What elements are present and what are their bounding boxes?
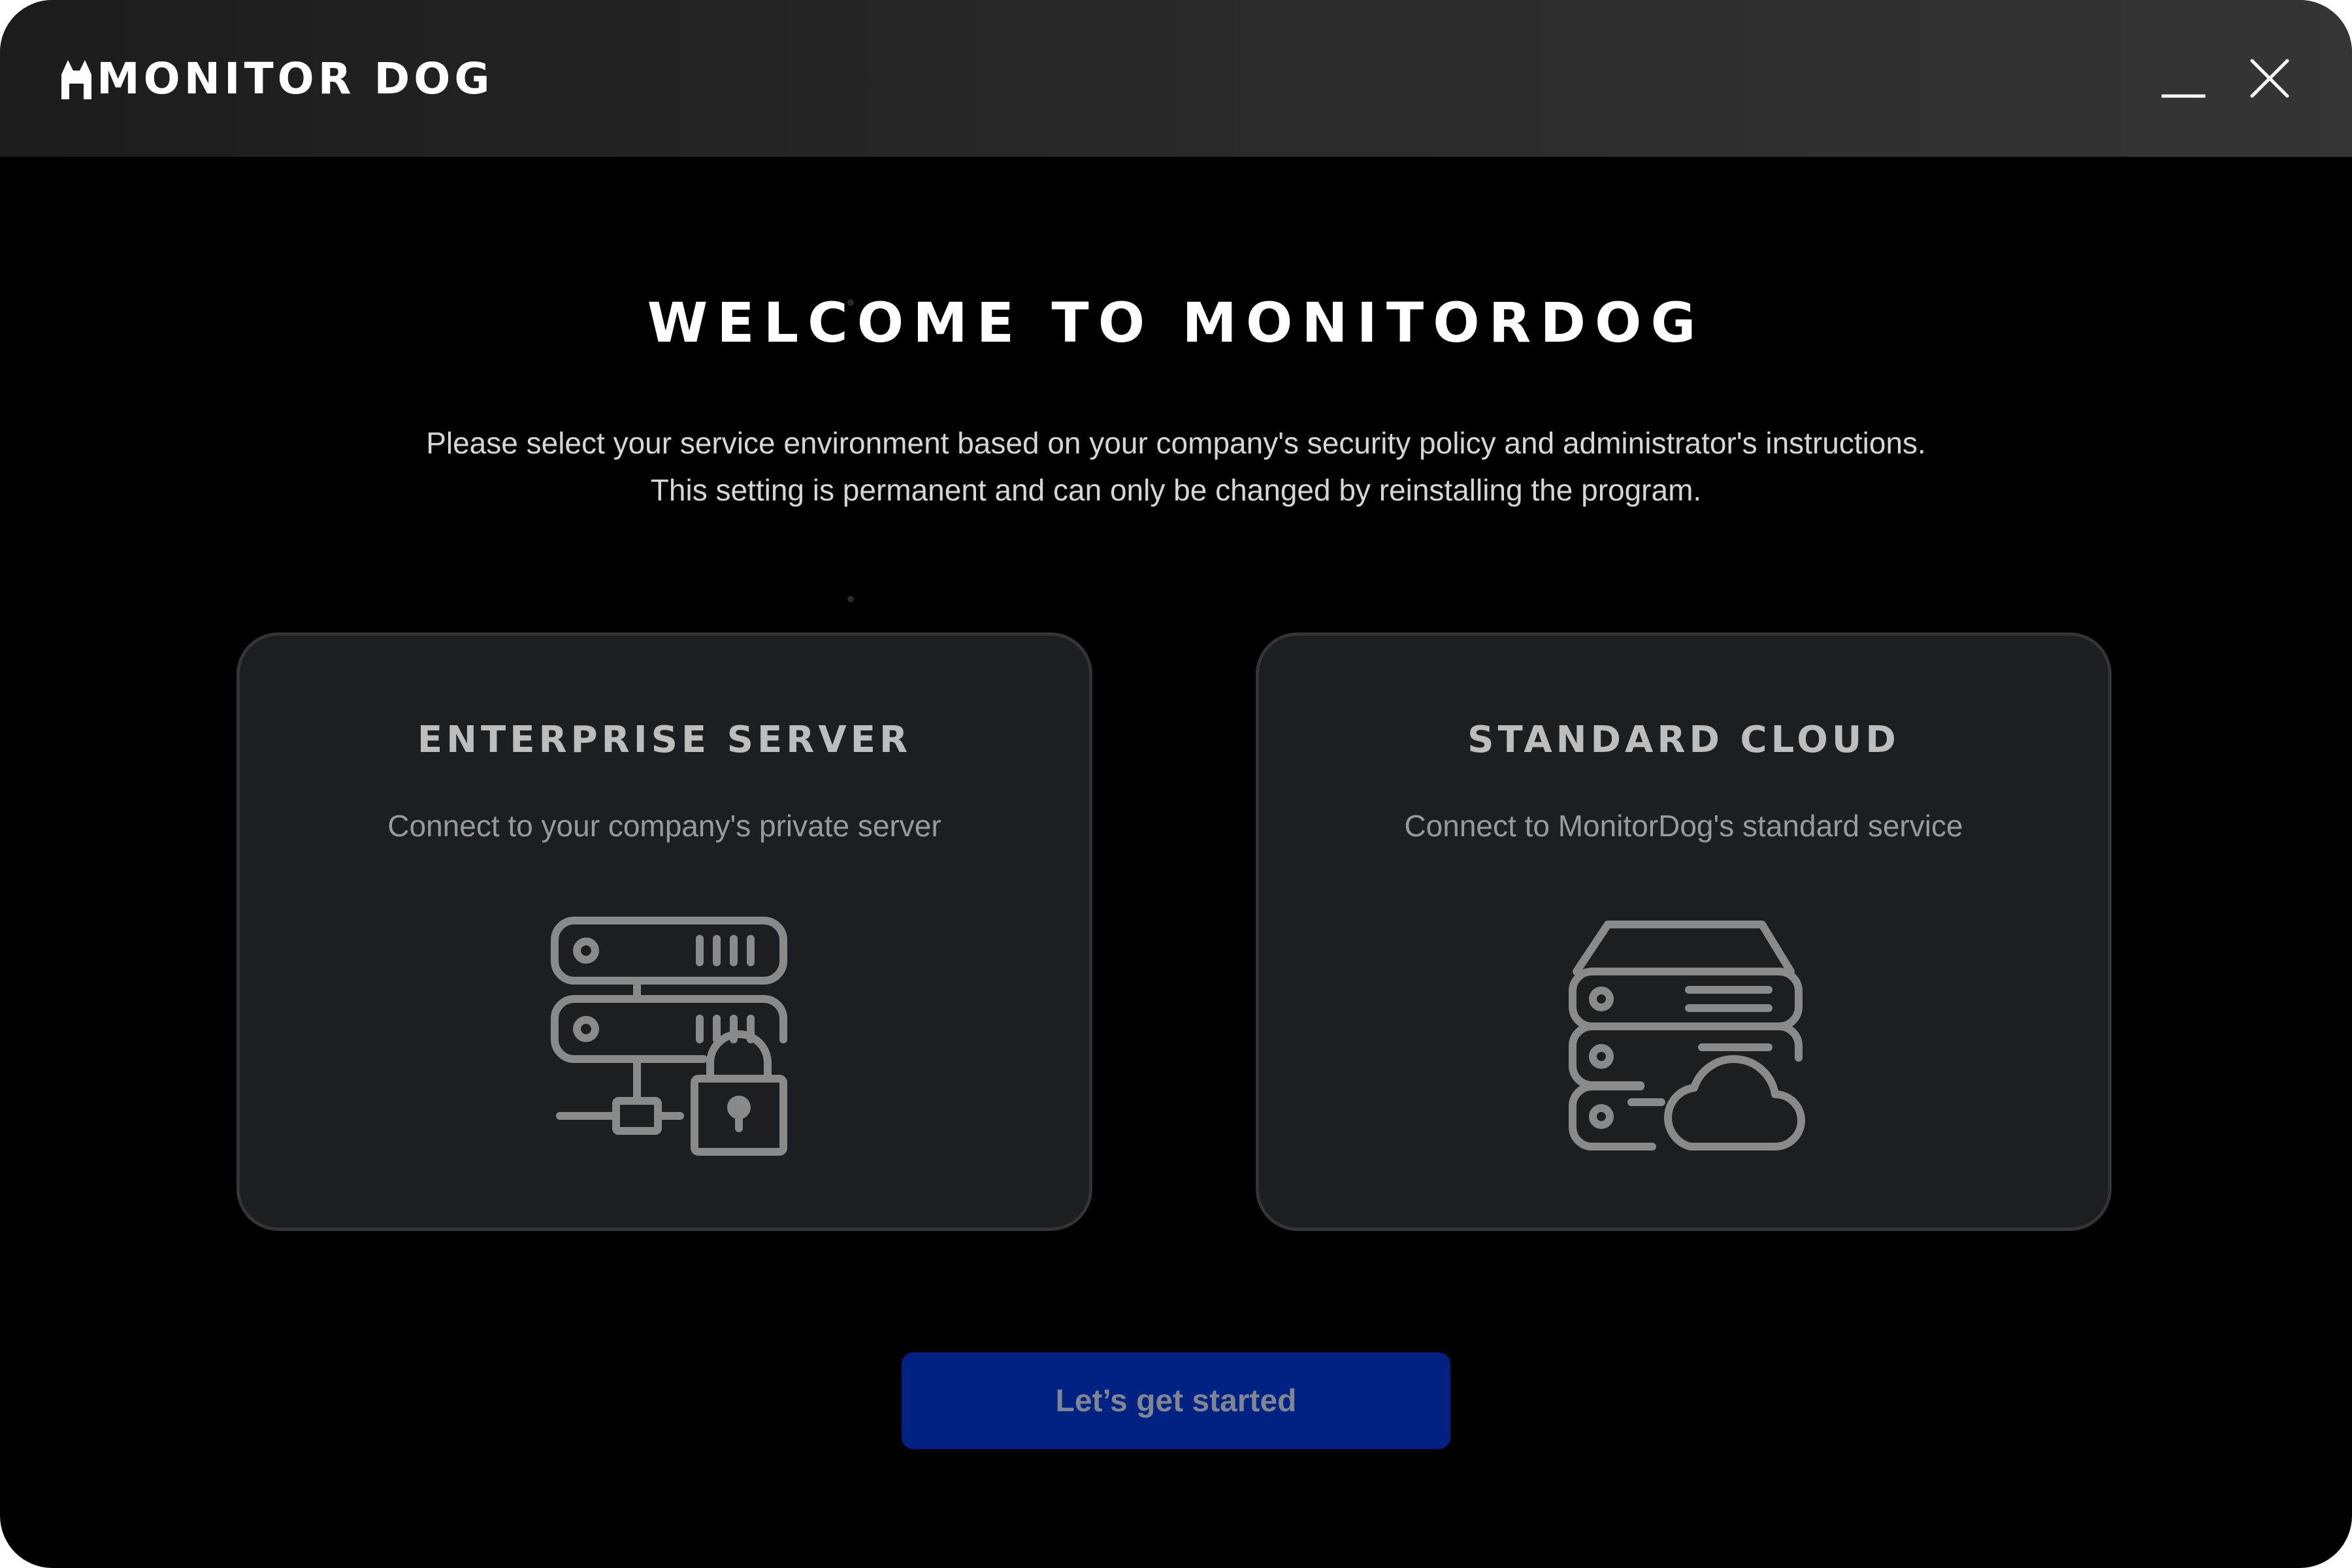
minimize-icon (2161, 94, 2206, 98)
welcome-heading: WELCOME TO MONITORDOG (647, 291, 1705, 355)
option-title: ENTERPRISE SERVER (417, 719, 912, 761)
server-lock-icon (551, 917, 787, 1156)
subtitle-line-2: This setting is permanent and can only b… (650, 473, 1702, 507)
option-title: STANDARD CLOUD (1467, 719, 1900, 761)
option-card-standard-cloud[interactable]: STANDARD CLOUD Connect to MonitorDog's s… (1256, 632, 2112, 1231)
brand-name: MONITOR DOG (97, 54, 494, 104)
option-description: Connect to your company's private server (387, 809, 941, 843)
close-button[interactable] (2244, 52, 2296, 105)
setup-window: MONITOR DOG WELCOME TO MONITORDOG Please… (0, 0, 2352, 1568)
close-icon (2250, 59, 2289, 98)
option-description: Connect to MonitorDog's standard service (1404, 809, 1963, 843)
get-started-button[interactable]: Let’s get started (902, 1352, 1450, 1449)
dog-logo-icon (61, 60, 91, 99)
subtitle-line-1: Please select your service environment b… (426, 426, 1926, 460)
option-card-enterprise-server[interactable]: ENTERPRISE SERVER Connect to your compan… (237, 632, 1092, 1231)
minimize-button[interactable] (2157, 52, 2210, 105)
brand-logo: MONITOR DOG (60, 54, 494, 105)
server-cloud-icon (1569, 921, 1805, 1151)
title-bar: MONITOR DOG (0, 0, 2352, 157)
decorative-dot (847, 299, 854, 306)
decorative-dot (847, 596, 854, 602)
